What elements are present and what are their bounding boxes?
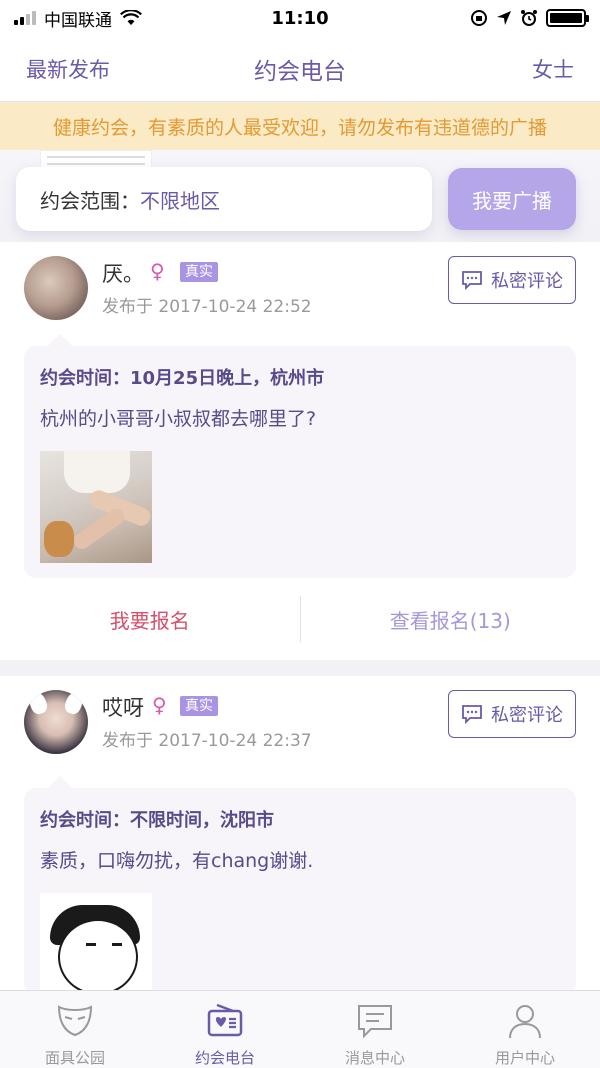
mask-icon xyxy=(57,1005,93,1037)
avatar[interactable] xyxy=(24,256,88,320)
wifi-icon xyxy=(120,10,142,25)
rotation-lock-icon xyxy=(471,10,487,26)
username: 厌。 xyxy=(102,262,144,286)
private-comment-button[interactable]: 私密评论 xyxy=(448,256,576,304)
post-time: 发布于 2017-10-24 22:37 xyxy=(102,731,312,751)
range-value: 不限地区 xyxy=(140,188,220,213)
post-photo[interactable] xyxy=(40,451,152,563)
location-icon xyxy=(497,11,511,25)
action-row: 我要报名 查看报名(13) xyxy=(0,590,600,648)
tab-label: 消息中心 xyxy=(344,1049,405,1067)
tab-label: 面具公园 xyxy=(44,1049,105,1067)
battery-icon xyxy=(546,9,589,27)
post-text: 杭州的小哥哥小叔叔都去哪里了? xyxy=(40,408,317,430)
username: 哎呀 xyxy=(102,696,144,720)
gender-filter-button[interactable]: 女士 xyxy=(532,54,574,84)
comment-icon xyxy=(462,271,482,291)
user-icon xyxy=(509,1005,541,1039)
tab-bar: 面具公园 约会电台 消息中心 用户中心 xyxy=(0,990,600,1068)
female-icon: ♀ xyxy=(150,259,165,283)
private-comment-button[interactable]: 私密评论 xyxy=(448,690,576,738)
latest-posts-button[interactable]: 最新发布 xyxy=(26,54,110,84)
tab-mask-park[interactable]: 面具公园 xyxy=(0,991,150,1068)
bubble-pointer xyxy=(48,776,72,788)
tab-dating-radio[interactable]: 约会电台 xyxy=(150,991,300,1068)
status-bar: 中国联通 11:10 xyxy=(0,0,600,36)
range-label: 约会范围： xyxy=(40,188,140,213)
nav-bar: 最新发布 约会电台 女士 xyxy=(0,36,600,102)
post-time: 发布于 2017-10-24 22:52 xyxy=(102,297,312,317)
post-text: 素质，口嗨勿扰，有chang谢谢. xyxy=(40,850,314,872)
comment-icon xyxy=(462,705,482,725)
radio-icon xyxy=(207,1003,243,1037)
tab-label: 用户中心 xyxy=(494,1049,555,1067)
date-info: 约会时间：10月25日晚上，杭州市 xyxy=(40,368,325,389)
private-comment-label: 私密评论 xyxy=(491,705,563,726)
female-icon: ♀ xyxy=(152,693,167,717)
alarm-icon xyxy=(521,10,537,26)
verified-badge: 真实 xyxy=(180,262,218,282)
tab-message-center[interactable]: 消息中心 xyxy=(300,991,450,1068)
post-card: 厌。 ♀ 真实 发布于 2017-10-24 22:52 私密评论 约会时间：1… xyxy=(0,242,600,660)
private-comment-label: 私密评论 xyxy=(491,271,563,292)
message-icon xyxy=(358,1005,392,1039)
broadcast-button[interactable]: 我要广播 xyxy=(448,168,576,230)
post-content: 约会时间：不限时间，沈阳市 素质，口嗨勿扰，有chang谢谢. xyxy=(24,788,576,996)
view-signups-button[interactable]: 查看报名(13) xyxy=(301,605,600,634)
range-selector[interactable]: 约会范围： 不限地区 xyxy=(16,167,432,231)
avatar[interactable] xyxy=(24,690,88,754)
bubble-pointer xyxy=(48,334,72,346)
notice-banner: 健康约会，有素质的人最受欢迎，请勿发布有违道德的广播 xyxy=(0,102,600,150)
carrier-name: 中国联通 xyxy=(44,10,112,31)
status-time: 11:10 xyxy=(271,7,329,29)
post-content: 约会时间：10月25日晚上，杭州市 杭州的小哥哥小叔叔都去哪里了? xyxy=(24,346,576,578)
status-left: 中国联通 xyxy=(14,6,214,31)
tab-label: 约会电台 xyxy=(194,1049,255,1067)
post-photo[interactable] xyxy=(40,893,152,993)
date-info: 约会时间：不限时间，沈阳市 xyxy=(40,810,274,831)
signup-button[interactable]: 我要报名 xyxy=(0,605,300,634)
post-card: 哎呀 ♀ 真实 发布于 2017-10-24 22:37 私密评论 约会时间：不… xyxy=(0,676,600,996)
verified-badge: 真实 xyxy=(180,696,218,716)
tab-user-center[interactable]: 用户中心 xyxy=(450,991,600,1068)
status-right xyxy=(386,9,589,27)
signal-icon xyxy=(14,11,36,25)
